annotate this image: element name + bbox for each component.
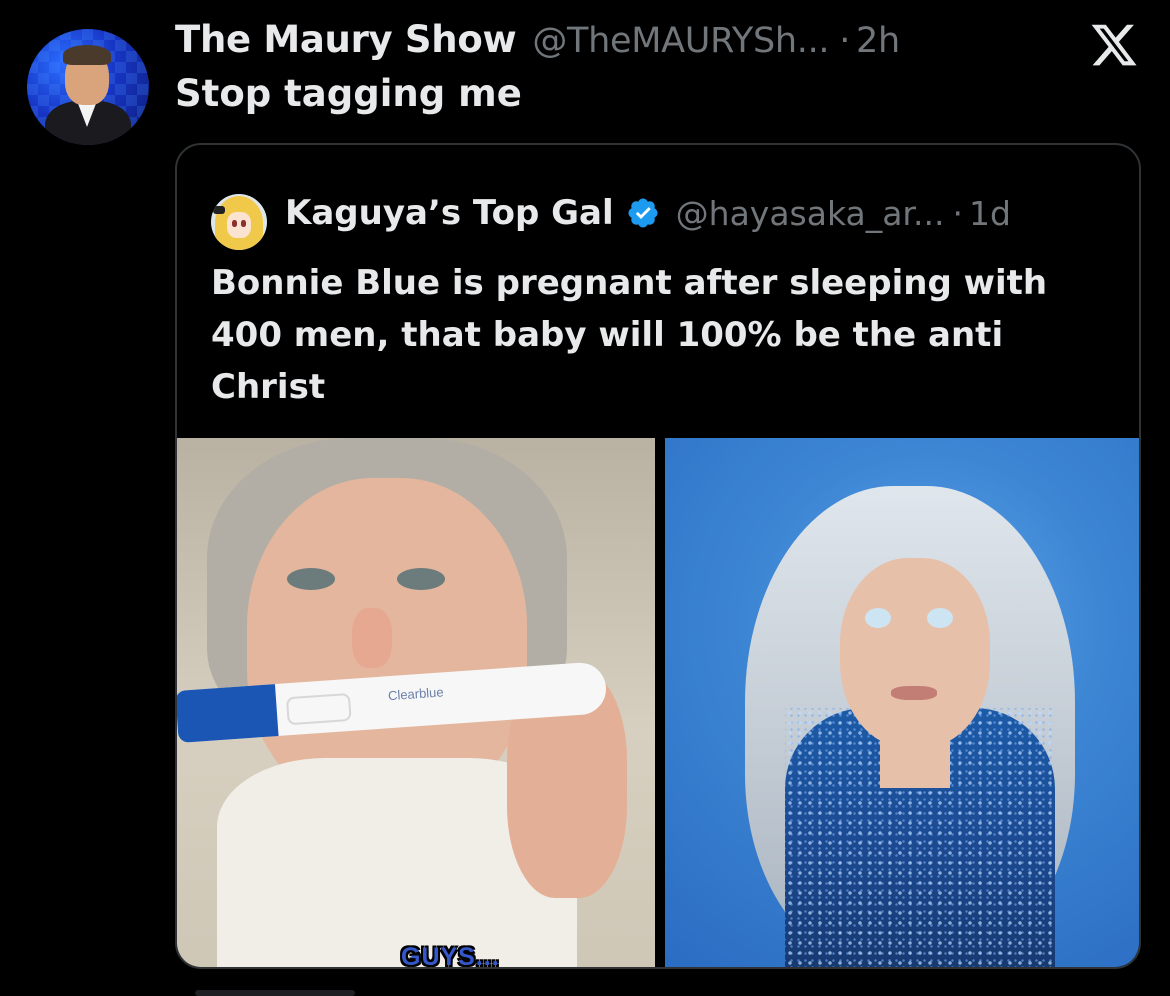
face-shape [840, 558, 990, 748]
avatar-hair [63, 45, 111, 65]
nose-shape [352, 608, 392, 668]
eye-shape [865, 608, 891, 628]
quoted-author-display-name[interactable]: Kaguya’s Top Gal [285, 193, 614, 233]
quoted-avatar-eye [232, 220, 237, 227]
quoted-tweet-text: Bonnie Blue is pregnant after sleeping w… [211, 263, 1048, 407]
media-image-pregnancy-test[interactable]: Clearblue GUYS... [177, 438, 655, 969]
tweet-timestamp[interactable]: 2h [856, 21, 900, 61]
eye-shape [397, 568, 445, 590]
test-stick-window [285, 692, 352, 726]
mouth-shape [891, 686, 937, 700]
media-image-portrait[interactable] [665, 438, 1139, 967]
author-avatar[interactable] [27, 29, 149, 145]
quoted-tweet-card[interactable]: Kaguya’s Top Gal @hayasaka_ar... · 1d Bo… [175, 143, 1141, 969]
verified-badge-icon [628, 198, 658, 228]
test-stick-cap [177, 684, 279, 743]
x-logo-icon [1091, 24, 1137, 66]
quoted-tweet-media: Clearblue GUYS... [177, 438, 1139, 969]
quoted-header-separator: · [952, 193, 963, 233]
author-display-name[interactable]: The Maury Show [175, 18, 517, 61]
eye-shape [287, 568, 335, 590]
tweet-text: Stop tagging me [175, 72, 522, 115]
tweet-header: The Maury Show @TheMAURYSh... · 2h [175, 18, 900, 62]
quoted-avatar-ribbon [213, 206, 225, 214]
test-stick-brand: Clearblue [387, 684, 445, 704]
next-item-hint [195, 990, 355, 996]
image-caption: GUYS... [401, 943, 500, 969]
quoted-tweet-timestamp[interactable]: 1d [969, 194, 1011, 233]
quoted-author-handle[interactable]: @hayasaka_ar... [676, 194, 945, 233]
eye-shape [927, 608, 953, 628]
quoted-avatar-face [227, 212, 251, 238]
quoted-avatar-eye [241, 220, 246, 227]
media-divider [655, 438, 665, 967]
quoted-tweet-header: Kaguya’s Top Gal @hayasaka_ar... · 1d [285, 187, 1011, 239]
author-handle[interactable]: @TheMAURYSh... [532, 21, 829, 61]
quoted-author-avatar[interactable] [211, 194, 267, 250]
header-separator: · [839, 21, 851, 61]
